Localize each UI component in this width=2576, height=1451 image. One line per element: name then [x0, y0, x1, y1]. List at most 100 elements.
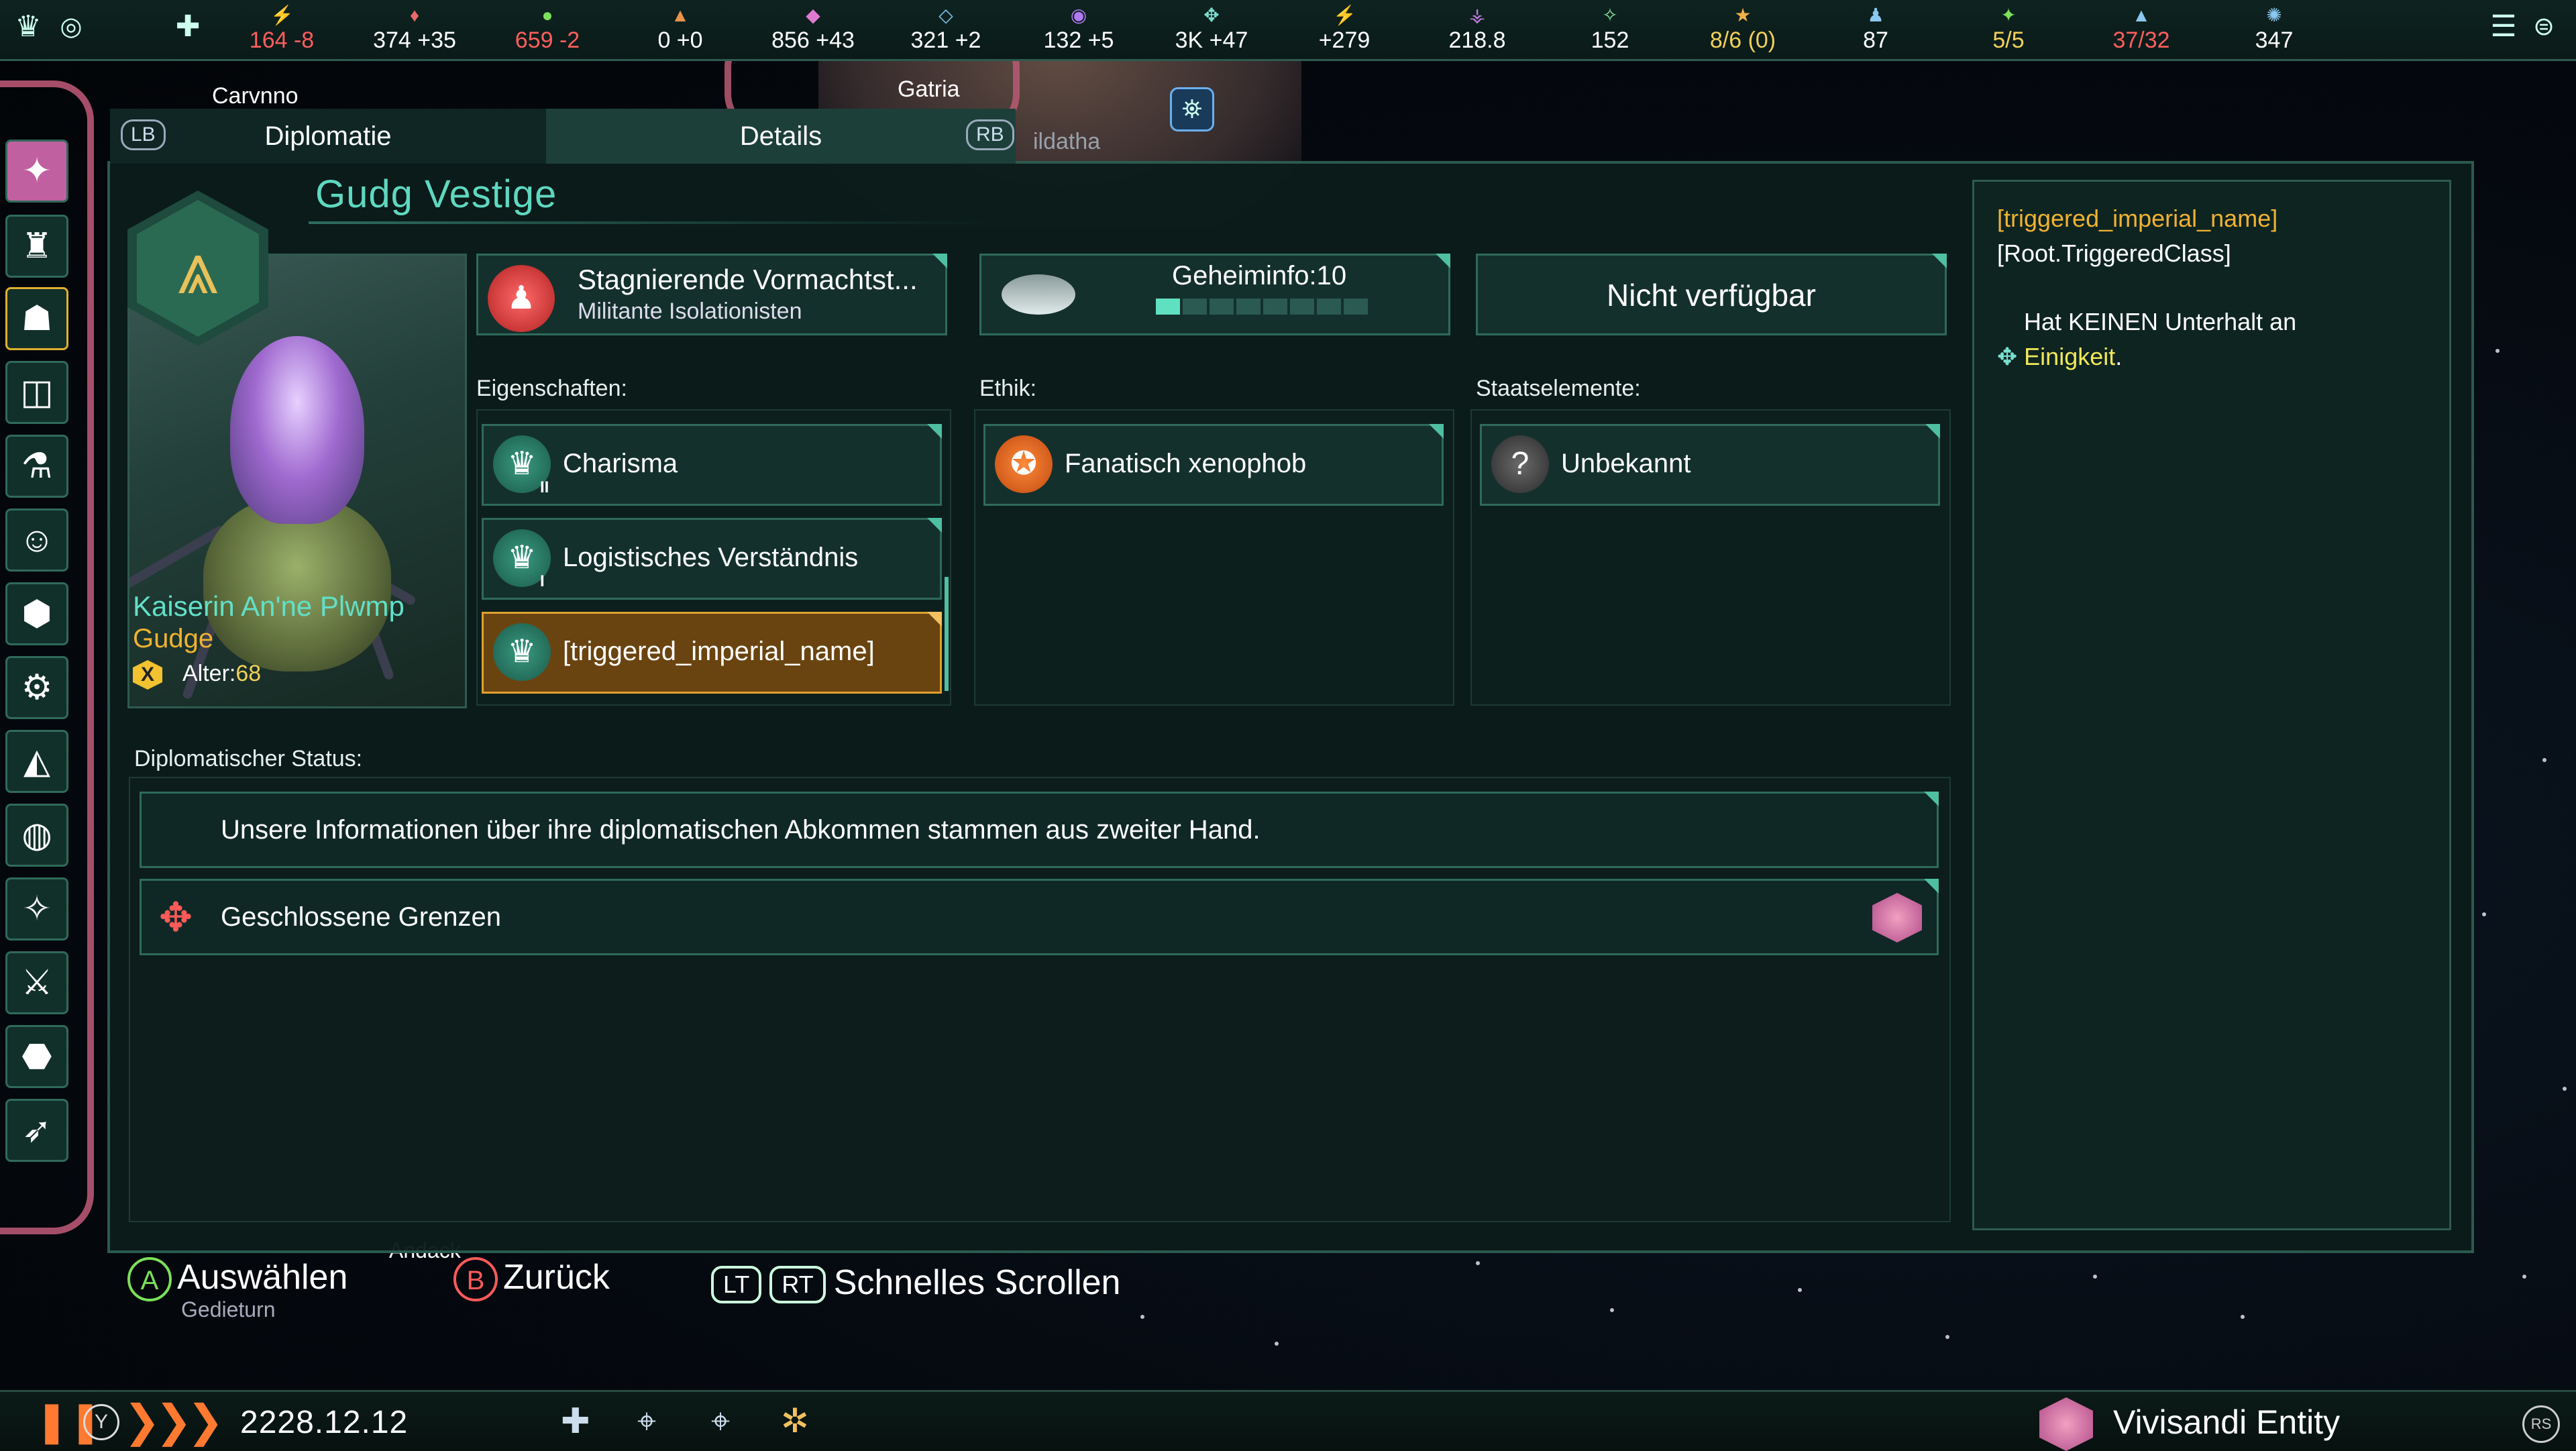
game-speed-icon[interactable]: ❯❯❯ — [123, 1399, 224, 1443]
player-empire-flag-icon[interactable] — [2039, 1397, 2093, 1451]
sensor-icon[interactable]: ⌖ — [711, 1401, 730, 1441]
options-icon[interactable]: ⊜ — [2526, 9, 2561, 44]
food-icon: ● — [541, 5, 553, 25]
resource-pops[interactable]: ♟ 87 — [1822, 0, 1929, 59]
resource-envoys[interactable]: ✦ 5/5 — [1955, 0, 2062, 59]
rs-button-icon[interactable]: RS — [2522, 1405, 2560, 1443]
sidebar-galaxy-icon[interactable]: ◍ — [5, 804, 68, 867]
question-icon: ? — [1491, 435, 1549, 493]
empire-flag-icon[interactable] — [1872, 893, 1922, 943]
status-secondhand-row[interactable]: Unsere Informationen über ihre diplomati… — [140, 792, 1939, 868]
resource-alloys[interactable]: ◆ 856 +43 — [759, 0, 867, 59]
trait-card[interactable]: ♛ [triggered_imperial_name] — [482, 612, 942, 694]
ethic-card[interactable]: ✪ Fanatisch xenophob — [983, 424, 1444, 506]
card-label: Charisma — [563, 449, 678, 478]
government-title: Stagnierende Vormachtst... — [578, 264, 918, 295]
portrait-head — [230, 336, 364, 524]
intel-segment — [1156, 299, 1180, 315]
outliner-icon[interactable]: ⌖ — [637, 1401, 656, 1441]
menu-icon[interactable]: ☰ — [2486, 9, 2521, 44]
title-divider — [309, 221, 993, 224]
map-label-gatria[interactable]: Gatria — [898, 76, 960, 103]
civic-card[interactable]: ? Unbekannt — [1480, 424, 1940, 506]
tab-details[interactable]: Details — [546, 109, 1016, 164]
starbase-icon[interactable]: ✲ — [781, 1401, 809, 1440]
card-label: [triggered_imperial_name] — [563, 637, 875, 666]
ruler-name: Kaiserin An'ne Plwmp — [133, 590, 405, 622]
research-engineering-icon: ✧ — [1602, 5, 1618, 25]
sidebar-species-icon[interactable]: ☗ — [5, 287, 68, 350]
leaders-icon: ★ — [1734, 5, 1752, 25]
resource-amenities[interactable]: ✥ 3K +47 — [1158, 0, 1265, 59]
resource-value: 8/6 (0) — [1709, 28, 1776, 53]
sidebar-fleets-icon[interactable]: ➶ — [5, 1099, 68, 1162]
resource-value: 347 — [2255, 28, 2294, 53]
intel-eye-icon — [1002, 274, 1075, 315]
intel-label: Geheiminfo:10 — [1172, 261, 1347, 290]
sidebar-planets-icon[interactable]: ◫ — [5, 361, 68, 424]
dpad-icon: ✚ — [175, 10, 201, 43]
trait-card[interactable]: ♛ Logistisches Verständnis I — [482, 518, 942, 600]
sidebar-relics-icon[interactable]: ⬣ — [5, 1025, 68, 1088]
left-sidebar: ✦ ♜ ☗ ◫ ⚗ ☺ ⬢ ⚙ ◭ ◍ ✧ ⚔ ⬣ ➶ — [0, 121, 74, 1194]
resource-minerals[interactable]: ♦ 374 +35 — [361, 0, 468, 59]
resource-fleet-capacity[interactable]: ▲ 37/32 — [2088, 0, 2195, 59]
resource-unity[interactable]: ◉ 132 +5 — [1025, 0, 1132, 59]
resource-starbase-capacity[interactable]: ✺ 347 — [2220, 0, 2328, 59]
resource-value: 0 +0 — [657, 28, 703, 53]
resource-influence[interactable]: ◇ 321 +2 — [892, 0, 1000, 59]
sidebar-federation-icon[interactable]: ◭ — [5, 730, 68, 793]
envoys-icon: ✦ — [2000, 5, 2017, 25]
resource-energy[interactable]: ⚡ 164 -8 — [228, 0, 335, 59]
map-label-ildatha[interactable]: ildatha — [1033, 129, 1100, 155]
tab-details-label: Details — [739, 121, 822, 151]
rt-button-icon[interactable]: RT — [769, 1266, 826, 1304]
empire-name: Gudg Vestige — [315, 172, 557, 216]
resource-research-society[interactable]: ⚶ 218.8 — [1424, 0, 1531, 59]
sidebar-military-icon[interactable]: ⚔ — [5, 951, 68, 1014]
sidebar-leaders-icon[interactable]: ☺ — [5, 508, 68, 572]
traits-scrollbar[interactable] — [945, 577, 949, 691]
intel-segment — [1236, 299, 1260, 315]
tab-diplomacy[interactable]: Diplomatie — [110, 109, 546, 164]
status-closed-borders-row[interactable]: ✥ Geschlossene Grenzen — [140, 879, 1939, 955]
settings-circle-icon[interactable]: ◎ — [54, 9, 89, 44]
sidebar-situations-icon[interactable]: ✧ — [5, 877, 68, 941]
sidebar-government-icon[interactable]: ♜ — [5, 215, 68, 278]
xenophobe-icon: ✪ — [995, 435, 1053, 493]
tooltip-period: . — [2115, 343, 2123, 370]
sidebar-traditions-icon[interactable]: ⚙ — [5, 656, 68, 719]
hint-select-label: Auswählen — [177, 1258, 348, 1297]
resource-research-engineering[interactable]: ✧ 152 — [1556, 0, 1664, 59]
crown-icon: ♛ — [493, 623, 551, 681]
minerals-icon: ♦ — [409, 5, 420, 25]
crown-icon[interactable]: ♛ — [11, 9, 46, 44]
resource-value: 3K +47 — [1175, 28, 1248, 53]
b-button-icon[interactable]: B — [453, 1257, 498, 1302]
top-resource-bar: ♛ ◎ ✚ ⚡ 164 -8 ♦ 374 +35 ● 659 -2 ▲ 0 +0 ◆ 856 +4… — [0, 0, 2576, 61]
sidebar-empire-icon[interactable]: ✦ — [5, 140, 68, 203]
card-label: Unbekannt — [1561, 449, 1691, 478]
sidebar-market-icon[interactable]: ⬢ — [5, 582, 68, 645]
unavailable-label: Nicht verfügbar — [1607, 278, 1816, 313]
x-button-icon[interactable]: X — [133, 660, 162, 690]
resource-food[interactable]: ● 659 -2 — [494, 0, 601, 59]
y-button-icon[interactable]: Y — [83, 1404, 119, 1440]
intel-card[interactable]: Geheiminfo:10 — [979, 254, 1450, 335]
a-button-icon[interactable]: A — [127, 1257, 172, 1302]
rb-button-hint: RB — [966, 119, 1014, 150]
lt-button-icon[interactable]: LT — [711, 1266, 762, 1304]
ruler-age: X Alter:68 — [133, 660, 261, 690]
research-physics-icon: ⚡ — [1333, 5, 1356, 25]
sidebar-research-icon[interactable]: ⚗ — [5, 435, 68, 498]
star — [2482, 912, 2486, 916]
resource-leaders[interactable]: ★ 8/6 (0) — [1689, 0, 1796, 59]
trait-card[interactable]: ♛ Charisma II — [482, 424, 942, 506]
unavailable-card[interactable]: Nicht verfügbar — [1476, 254, 1947, 335]
resource-consumer-goods[interactable]: ▲ 0 +0 — [627, 0, 734, 59]
resource-value: 164 -8 — [249, 28, 315, 53]
map-label-carvnno[interactable]: Carvnno — [212, 83, 299, 109]
hyperlane-station-icon[interactable]: ⛯ — [1170, 87, 1214, 131]
resource-research-physics[interactable]: ⚡ +279 — [1291, 0, 1398, 59]
government-card[interactable]: ♟ Stagnierende Vormachtst... Militante I… — [476, 254, 947, 335]
